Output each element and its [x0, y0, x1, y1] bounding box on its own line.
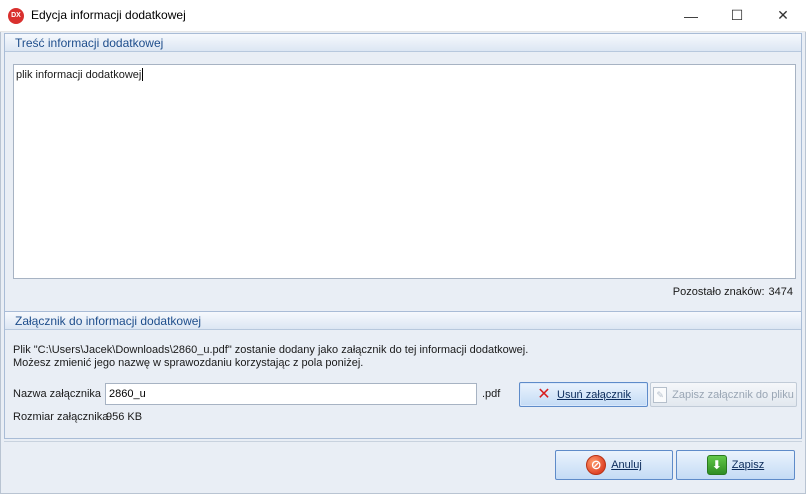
- cancel-button[interactable]: ⊘ Anuluj: [555, 450, 673, 480]
- text-caret: [142, 68, 144, 81]
- document-icon: ✎: [653, 386, 668, 403]
- save-label: Zapisz: [731, 459, 765, 471]
- content-text: plik informacji dodatkowej: [16, 69, 142, 81]
- attachment-group-header: Załącznik do informacji dodatkowej: [5, 312, 801, 330]
- remaining-value: 3474: [768, 286, 793, 298]
- title-bar: DX Edycja informacji dodatkowej — ☐ ✕: [0, 0, 806, 32]
- attachment-info-line2: Możesz zmienić jego nazwę w sprawozdaniu…: [13, 357, 364, 369]
- attachment-size-value: 956 KB: [106, 411, 143, 423]
- attachment-name-label: Nazwa załącznika: [13, 388, 102, 400]
- save-attachment-to-file-label: Zapisz załącznik do pliku: [672, 388, 794, 401]
- attachment-group: Załącznik do informacji dodatkowej Plik …: [4, 311, 802, 439]
- attachment-name-input[interactable]: [105, 383, 477, 405]
- attachment-info-line1: Plik "C:\Users\Jacek\Downloads\2860_u.pd…: [13, 344, 529, 356]
- content-group: Treść informacji dodatkowej plik informa…: [4, 33, 802, 339]
- footer-divider: [4, 441, 802, 442]
- remaining-label: Pozostało znaków:: [672, 286, 765, 298]
- maximize-button[interactable]: ☐: [714, 0, 760, 31]
- content-textarea[interactable]: plik informacji dodatkowej: [13, 64, 796, 279]
- attachment-size-label: Rozmiar załącznika: [13, 411, 109, 423]
- remove-attachment-label: Usuń załącznik: [557, 388, 631, 401]
- minimize-button[interactable]: —: [668, 0, 714, 31]
- save-button[interactable]: ⬇ Zapisz: [676, 450, 795, 480]
- content-group-title: Treść informacji dodatkowej: [15, 36, 164, 50]
- x-icon: ✕: [537, 385, 551, 403]
- window-title: Edycja informacji dodatkowej: [31, 8, 186, 22]
- app-logo-icon: DX: [8, 8, 24, 24]
- save-download-icon: ⬇: [706, 455, 727, 475]
- remove-attachment-button[interactable]: ✕ Usuń załącznik: [519, 382, 648, 407]
- remaining-characters: Pozostało znaków: 3474: [673, 286, 793, 298]
- attachment-group-title: Załącznik do informacji dodatkowej: [15, 314, 202, 328]
- close-button[interactable]: ✕: [760, 0, 806, 31]
- cancel-label: Anuluj: [611, 459, 642, 471]
- content-group-header: Treść informacji dodatkowej: [5, 34, 801, 52]
- dialog-body: Treść informacji dodatkowej plik informa…: [0, 32, 806, 494]
- save-attachment-to-file-button[interactable]: ✎ Zapisz załącznik do pliku: [650, 382, 797, 407]
- cancel-icon: ⊘: [586, 455, 607, 475]
- attachment-extension: .pdf: [482, 388, 501, 400]
